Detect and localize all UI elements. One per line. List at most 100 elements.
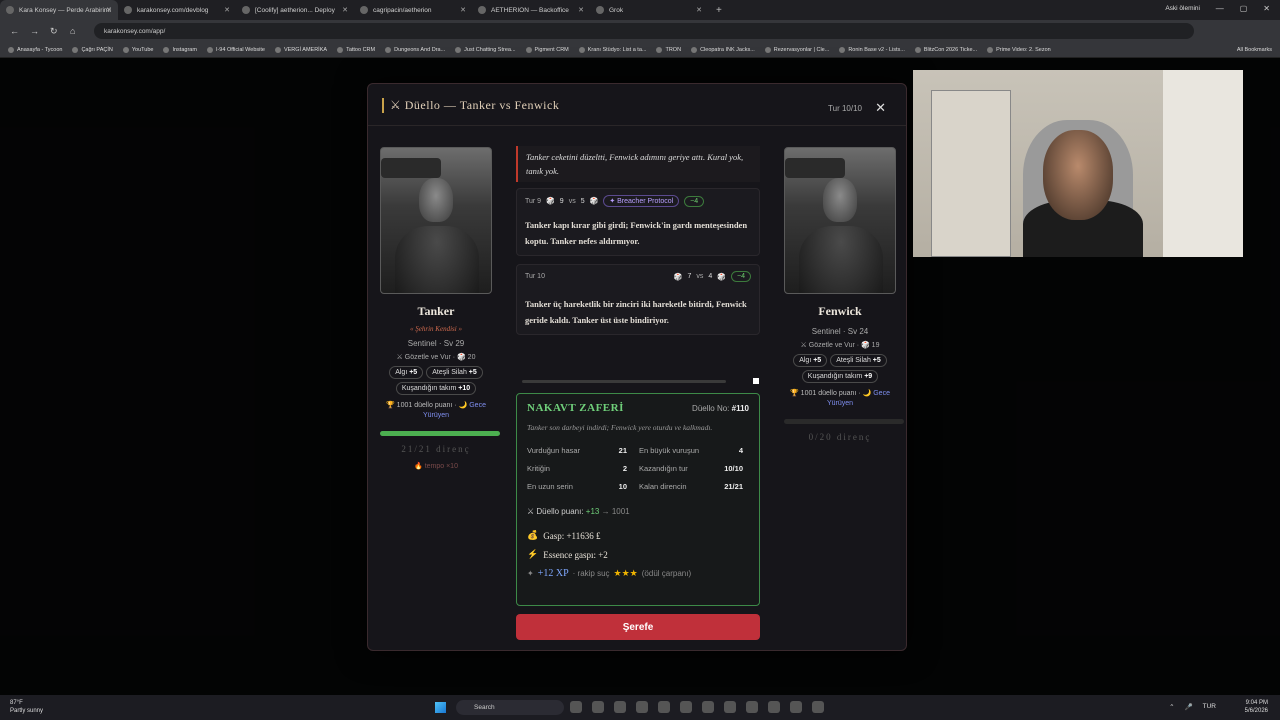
app-icon[interactable] [746,701,758,713]
bookmark[interactable]: Tattoo CRM [337,47,375,53]
tempo-badge: 🔥 tempo ×10 [414,463,458,470]
bookmark[interactable]: VERGİ AMERİKA [275,47,327,53]
tray-icon[interactable]: 🎤 [1185,703,1193,711]
close-tab-icon[interactable]: ✕ [460,6,466,14]
bookmark[interactable]: Kranı Stüdyo: List a ta... [579,47,647,53]
app-icon[interactable] [636,701,648,713]
windows-start-icon[interactable] [435,702,446,713]
stat-chip: Ateşli Silah +5 [830,354,887,367]
webcam-overlay [913,70,1243,257]
bookmarks-bar: Anasayfa - Tycoon Çağrı PAÇİN YouTube In… [0,42,1280,58]
fighter-skill: ⚔ Gözetle ve Vur · 🎲 20 [396,354,476,361]
close-tab-icon[interactable]: ✕ [578,6,584,14]
bookmark[interactable]: Rezervasyonlar | Cle... [765,47,830,53]
bookmark[interactable]: Anasayfa - Tycoon [8,47,62,53]
bookmark[interactable]: Instagram [163,47,196,53]
close-modal-button[interactable]: ✕ [875,100,886,116]
bookmark[interactable]: Just Chatting Strea... [455,47,515,53]
bookmark[interactable]: Pigment CRM [526,47,569,53]
dice-icon: 🎲 [717,273,727,281]
round-text: Tanker kapı kırar gibi girdi; Fenwick'in… [525,220,748,246]
app-icon[interactable] [570,701,582,713]
app-icon[interactable] [592,701,604,713]
clock[interactable]: 9:04 PM 5/6/2026 [1245,699,1268,715]
bookmark[interactable]: YouTube [123,47,154,53]
app-icon[interactable] [768,701,780,713]
stat-chip: Kuşandığın takım +9 [801,370,879,383]
browser-tab[interactable]: karakonsey.com/devblog ✕ [118,0,236,20]
duel-number: Düello No: #110 [692,404,749,413]
round-label: Tur 10 [525,273,545,280]
app-icon[interactable] [680,701,692,713]
app-icon[interactable] [702,701,714,713]
url-field[interactable]: karakonsey.com/app/ [94,23,1194,39]
app-icon[interactable] [614,701,626,713]
bookmark[interactable]: Dungeons And Dra... [385,47,445,53]
round-label: Tur 9 [525,197,542,205]
stat-chip: Ateşli Silah +5 [426,366,483,379]
fighter-name: Fenwick [818,304,862,318]
stat-chip: Kuşandığın takım +10 [395,382,477,395]
all-bookmarks-button[interactable]: All Bookmarks [1237,47,1272,53]
app-icon[interactable] [790,701,802,713]
resist-bar [380,431,500,436]
fighter-portrait [380,147,492,294]
duel-modal: ⚔ Düello — Tanker vs Fenwick Tur 10/10 ✕… [367,83,907,651]
weather-widget[interactable]: 87°F Partly sunny [10,699,43,715]
xp-reward: ✦ +12 XP · rakip suç ★★★ (ödül çarpanı) [527,568,692,579]
tray-icon[interactable]: ⌃ [1169,703,1174,711]
profile-button[interactable]: Aski ölemini [1165,5,1200,12]
new-tab-button[interactable]: + [716,5,722,16]
app-icon[interactable] [658,701,670,713]
bookmark[interactable]: TRON [656,47,681,53]
app-icon[interactable] [724,701,736,713]
maximize-icon[interactable]: ▢ [1240,4,1248,13]
fighter-points: 🏆 1001 düello puanı · 🌙 Gece Yürüyen [386,402,486,419]
result-panel: NAKAVT ZAFERİ Düello No: #110 Tanker son… [516,393,760,606]
favicon-icon [242,6,250,14]
browser-tab[interactable]: cagripacin/aetherion ✕ [354,0,472,20]
round-entry: Tur 9 🎲 9 vs 5 🎲 ✦ Breacher Protocol −4 Ta… [516,188,760,256]
app-icon[interactable] [812,701,824,713]
close-tab-icon[interactable]: ✕ [696,6,702,14]
close-tab-icon[interactable]: ✕ [224,6,230,14]
taskbar-search[interactable]: Search [456,700,564,715]
bookmark[interactable]: I-94 Official Website [207,47,265,53]
home-icon[interactable]: ⌂ [70,26,80,36]
result-description: Tanker son darbeyi indirdi; Fenwick yere… [527,423,713,432]
duel-log[interactable]: Tanker ceketini düzeltti, Fenwick adımın… [516,146,760,335]
close-tab-icon[interactable]: ✕ [106,6,112,14]
favicon-icon [6,6,14,14]
damage-badge: −4 [684,195,705,207]
log-scrollbar[interactable] [522,380,726,383]
back-icon[interactable]: ← [10,26,20,36]
window-controls: — ▢ ✕ [1216,4,1270,13]
browser-tab[interactable]: AETHERION — Backoffice ✕ [472,0,590,20]
bookmark[interactable]: Ronin Base v2 - Lists... [839,47,905,53]
fighter-portrait [784,147,896,294]
taskbar-apps [570,701,824,713]
reload-icon[interactable]: ↻ [50,26,60,37]
honor-button[interactable]: Şerefe [516,614,760,640]
bookmark[interactable]: Prime Video: 2. Sezon [987,47,1051,53]
close-tab-icon[interactable]: ✕ [342,6,348,14]
browser-tab[interactable]: Grok ✕ [590,0,708,20]
bookmark[interactable]: Cleopatra INK Jacks... [691,47,755,53]
resist-bar-fill [380,431,500,436]
log-scroll-handle[interactable] [753,378,759,384]
close-window-icon[interactable]: ✕ [1263,4,1270,13]
minimize-icon[interactable]: — [1216,4,1224,13]
favicon-icon [596,6,604,14]
fighter-points: 🏆 1001 düello puanı · 🌙 Gece Yürüyen [790,390,890,407]
sparkle-icon: ✦ [527,569,534,578]
forward-icon[interactable]: → [30,26,40,36]
bookmark[interactable]: Çağrı PAÇİN [72,47,112,53]
address-bar-row: ← → ↻ ⌂ karakonsey.com/app/ [0,20,1280,42]
browser-tab[interactable]: Kara Konsey — Perde Arabirimi ✕ [0,0,118,20]
duel-intro: Tanker ceketini düzeltti, Fenwick adımın… [516,146,760,182]
browser-tab[interactable]: [Coolify] aetherion... Deploy ✕ [236,0,354,20]
fighter-class-level: Sentinel · Sv 29 [407,339,465,348]
bookmark[interactable]: BlitzCon 2026 Ticke... [915,47,977,53]
result-stats: Vurduğun hasar 21 En büyük vuruşun 4 Kritiğ… [527,446,743,491]
lightning-icon: ⚡ [527,549,539,559]
